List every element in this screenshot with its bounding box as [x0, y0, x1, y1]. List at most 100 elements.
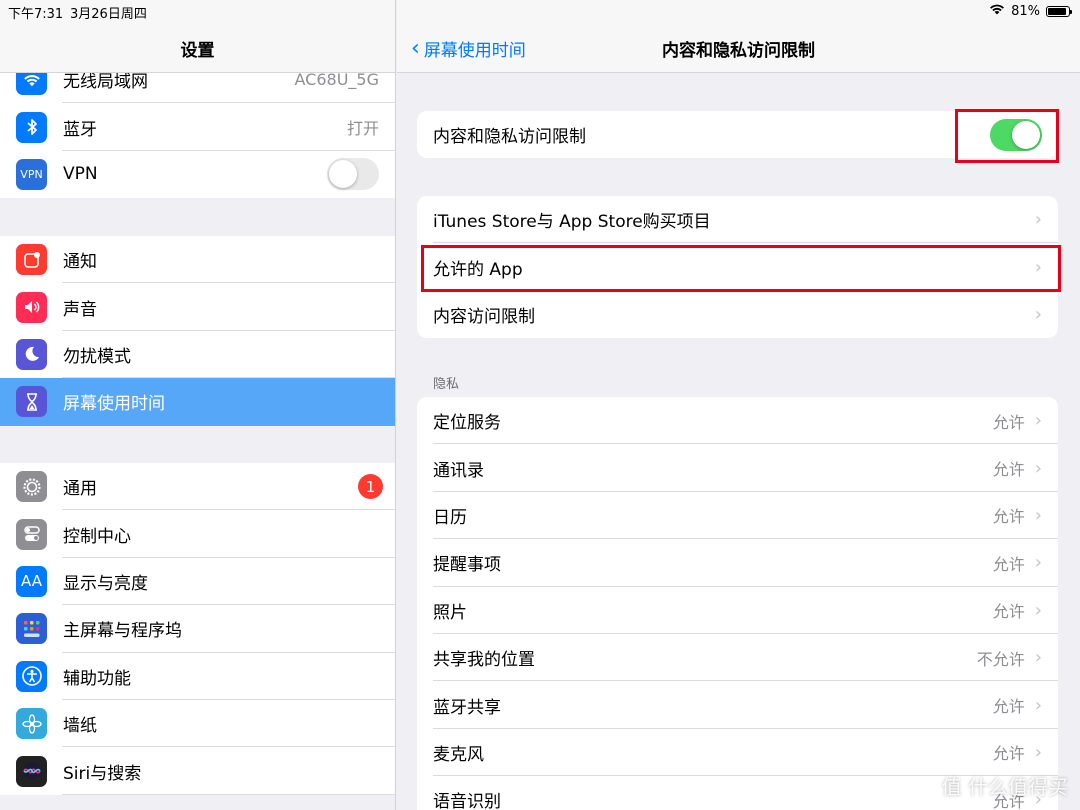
sidebar-item-label: 墙纸 — [63, 716, 97, 737]
sidebar-item-display[interactable]: AA 显示与亮度 — [0, 558, 395, 606]
list-item-value: 允许 — [992, 697, 1025, 717]
sidebar-title: 设置 — [180, 41, 215, 61]
chevron-right-icon: › — [1034, 741, 1042, 763]
status-date: 3月26日周四 — [70, 7, 147, 22]
sidebar-item-label: 勿扰模式 — [63, 346, 131, 367]
notifications-icon — [16, 244, 47, 276]
chevron-right-icon: › — [1034, 599, 1042, 621]
list-item-itunes-purchases[interactable]: iTunes Store与 App Store购买项目 › — [417, 196, 1058, 244]
settings-sidebar: 设置 无线局域网 AC68U_5G 蓝牙 打开 VPN VPN 通知 声音 勿扰… — [0, 0, 396, 810]
sidebar-item-label: 显示与亮度 — [63, 573, 148, 594]
wifi-network-value: AC68U_5G — [294, 70, 379, 90]
privacy-card: 定位服务 允许 › 通讯录 允许 › 日历 允许 › 提醒事项 允许 › 照片 … — [417, 397, 1058, 810]
sidebar-item-screen-time[interactable]: 屏幕使用时间 — [0, 378, 395, 426]
list-item-bluetooth-sharing[interactable]: 蓝牙共享 允许 › — [417, 681, 1058, 729]
list-item-label: 定位服务 — [433, 413, 501, 434]
list-item-value: 允许 — [992, 412, 1025, 432]
list-item-calendars[interactable]: 日历 允许 › — [417, 492, 1058, 540]
bluetooth-icon — [16, 111, 47, 143]
chevron-right-icon: › — [1034, 647, 1042, 669]
chevron-right-icon: › — [1034, 694, 1042, 716]
sidebar-item-label: 通用 — [63, 479, 97, 500]
list-item-reminders[interactable]: 提醒事项 允许 › — [417, 539, 1058, 587]
sidebar-item-label: VPN — [63, 164, 98, 185]
moon-icon — [16, 338, 47, 370]
list-item-label: 日历 — [433, 507, 467, 528]
highlight-box-toggle — [955, 109, 1059, 163]
sidebar-item-bluetooth[interactable]: 蓝牙 打开 — [0, 103, 395, 151]
siri-icon — [16, 755, 47, 787]
sidebar-item-label: 控制中心 — [63, 526, 131, 547]
sidebar-item-label: Siri与搜索 — [63, 763, 142, 784]
battery-icon — [1046, 5, 1072, 17]
sidebar-item-label: 主屏幕与程序坞 — [63, 621, 182, 642]
vpn-toggle[interactable] — [327, 158, 379, 191]
list-item-value: 允许 — [992, 602, 1025, 622]
list-item-location[interactable]: 定位服务 允许 › — [417, 397, 1058, 445]
sidebar-item-siri[interactable]: Siri与搜索 — [0, 747, 395, 795]
watermark-logo: 值 什么值得买 — [941, 775, 1068, 799]
sidebar-group-system: 通知 声音 勿扰模式 屏幕使用时间 — [0, 236, 395, 426]
sidebar-item-wallpaper[interactable]: 墙纸 — [0, 700, 395, 748]
sidebar-group-general: 通用 1 控制中心 AA 显示与亮度 主屏幕与程序坞 辅助功能 墙纸 Siri与… — [0, 463, 395, 795]
privacy-section-header: 隐私 — [433, 377, 460, 392]
list-item-share-location[interactable]: 共享我的位置 不允许 › — [417, 634, 1058, 682]
list-item-value: 不允许 — [976, 649, 1025, 669]
list-item-photos[interactable]: 照片 允许 › — [417, 587, 1058, 634]
sidebar-item-home-screen[interactable]: 主屏幕与程序坞 — [0, 605, 395, 653]
sidebar-group-connectivity: 无线局域网 AC68U_5G 蓝牙 打开 VPN VPN — [0, 56, 395, 199]
sidebar-item-notifications[interactable]: 通知 — [0, 236, 395, 284]
control-center-icon — [16, 518, 47, 550]
home-screen-icon — [16, 613, 47, 645]
sidebar-item-label: 辅助功能 — [63, 668, 131, 689]
list-item-value: 允许 — [992, 744, 1025, 764]
sidebar-item-sounds[interactable]: 声音 — [0, 283, 395, 331]
battery-percent: 81% — [1011, 3, 1040, 19]
list-item-label: 通讯录 — [433, 460, 484, 481]
sidebar-item-accessibility[interactable]: 辅助功能 — [0, 653, 395, 700]
display-icon: AA — [16, 565, 47, 597]
sidebar-item-label: 通知 — [63, 252, 97, 273]
gear-icon — [16, 471, 47, 503]
wifi-status-icon — [989, 3, 1005, 19]
list-item-value: 允许 — [992, 460, 1025, 480]
detail-pane: ‹ 屏幕使用时间 内容和隐私访问限制 内容和隐私访问限制 iTunes Stor… — [397, 0, 1080, 810]
list-item-label: 麦克风 — [433, 744, 484, 765]
list-item-label: 内容访问限制 — [433, 306, 535, 327]
list-item-microphone[interactable]: 麦克风 允许 › — [417, 729, 1058, 777]
wallpaper-icon — [16, 708, 47, 740]
sidebar-item-label: 屏幕使用时间 — [63, 394, 165, 415]
list-item-label: 语音识别 — [433, 792, 501, 810]
list-item-label: 提醒事项 — [433, 555, 501, 576]
chevron-right-icon: › — [1034, 410, 1042, 432]
list-item-label: iTunes Store与 App Store购买项目 — [433, 212, 711, 233]
list-item-value: 允许 — [992, 554, 1025, 574]
chevron-right-icon: › — [1034, 209, 1042, 231]
status-bar: 下午7:31 3月26日周四 81% — [0, 0, 1080, 22]
list-item-contacts[interactable]: 通讯录 允许 › — [417, 444, 1058, 492]
sidebar-item-control-center[interactable]: 控制中心 — [0, 510, 395, 558]
vpn-icon: VPN — [16, 158, 47, 190]
list-item-label: 蓝牙共享 — [433, 697, 501, 718]
status-time: 下午7:31 — [8, 7, 64, 22]
list-item-label: 照片 — [433, 602, 467, 623]
chevron-right-icon: › — [1034, 457, 1042, 479]
status-right: 81% — [989, 3, 1072, 19]
chevron-right-icon: › — [1034, 552, 1042, 574]
sidebar-item-general[interactable]: 通用 1 — [0, 463, 395, 511]
sidebar-item-do-not-disturb[interactable]: 勿扰模式 — [0, 331, 395, 379]
chevron-right-icon: › — [1034, 504, 1042, 526]
list-item-content-restrictions[interactable]: 内容访问限制 › — [417, 291, 1058, 338]
accessibility-icon — [16, 660, 47, 692]
restrictions-toggle-label: 内容和隐私访问限制 — [433, 127, 586, 148]
sidebar-item-vpn[interactable]: VPN VPN — [0, 151, 395, 198]
chevron-right-icon: › — [1034, 303, 1042, 325]
sidebar-item-label: 声音 — [63, 299, 97, 320]
list-item-label: 共享我的位置 — [433, 650, 535, 671]
general-badge: 1 — [358, 474, 383, 500]
bluetooth-status-value: 打开 — [346, 119, 379, 139]
sidebar-item-label: 蓝牙 — [63, 119, 97, 140]
highlight-box-allowed-apps — [421, 245, 1061, 292]
page-title: 内容和隐私访问限制 — [662, 41, 815, 61]
sound-icon — [16, 291, 47, 323]
